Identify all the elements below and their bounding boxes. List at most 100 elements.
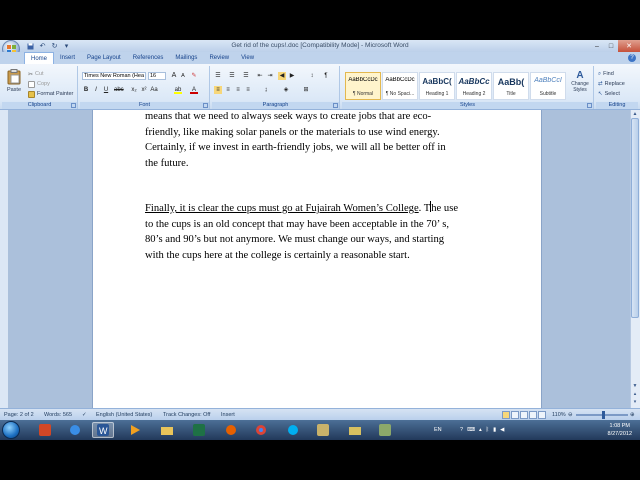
shading-icon[interactable]: ◈ bbox=[282, 86, 290, 94]
replace-button[interactable]: ⇄ Replace bbox=[598, 80, 625, 88]
zoom-in-icon[interactable]: ⊕ bbox=[630, 412, 635, 418]
styles-launcher[interactable] bbox=[587, 103, 592, 108]
style-heading-2[interactable]: AaBbCc Heading 2 bbox=[456, 72, 492, 100]
taskbar-skype-icon[interactable] bbox=[282, 422, 304, 438]
taskbar-ie-icon[interactable] bbox=[64, 422, 86, 438]
web-layout-view-icon[interactable] bbox=[520, 411, 528, 419]
document-page[interactable]: means that we need to always seek ways t… bbox=[92, 110, 542, 408]
tray-arrow-icon[interactable]: ▴ bbox=[479, 427, 482, 433]
scroll-down-icon[interactable]: ▼ bbox=[631, 383, 639, 390]
track-changes-status[interactable]: Track Changes: Off bbox=[163, 412, 210, 418]
minimize-button[interactable]: – bbox=[590, 40, 604, 52]
zoom-thumb[interactable] bbox=[602, 411, 605, 419]
word-count[interactable]: Words: 565 bbox=[44, 412, 72, 418]
taskbar-chrome-icon[interactable] bbox=[250, 422, 272, 438]
paste-button[interactable]: Paste bbox=[5, 69, 23, 99]
zoom-level[interactable]: 110% bbox=[552, 412, 566, 418]
tray-network-icon[interactable]: ▮ bbox=[493, 427, 496, 433]
scroll-thumb[interactable] bbox=[631, 118, 639, 318]
font-color-icon[interactable]: A bbox=[190, 86, 198, 94]
taskbar-firefox-icon[interactable] bbox=[220, 422, 242, 438]
insert-mode-status[interactable]: Insert bbox=[221, 412, 235, 418]
italic-button[interactable]: I bbox=[92, 86, 100, 94]
align-center-icon[interactable]: ≡ bbox=[224, 86, 232, 94]
style-title[interactable]: AaBb( Title bbox=[493, 72, 529, 100]
print-layout-view-icon[interactable] bbox=[502, 411, 510, 419]
scroll-up-icon[interactable]: ▲ bbox=[631, 111, 639, 118]
outline-view-icon[interactable] bbox=[529, 411, 537, 419]
font-family-combo[interactable]: Times New Roman (Hea bbox=[82, 72, 146, 80]
page-count[interactable]: Page: 2 of 2 bbox=[4, 412, 34, 418]
taskbar-app-icon[interactable] bbox=[374, 422, 396, 438]
find-button[interactable]: ⌕ Find bbox=[598, 70, 614, 78]
style-normal[interactable]: AaBbCcDc ¶ Normal bbox=[345, 72, 381, 100]
tray-keyboard-icon[interactable]: ⌨ bbox=[467, 427, 475, 433]
tab-view[interactable]: View bbox=[235, 52, 260, 64]
grow-font-button[interactable]: A bbox=[170, 72, 178, 80]
paragraph-launcher[interactable] bbox=[333, 103, 338, 108]
taskbar-media-icon[interactable] bbox=[124, 422, 146, 438]
tab-page-layout[interactable]: Page Layout bbox=[81, 52, 127, 64]
tab-home[interactable]: Home bbox=[24, 52, 55, 64]
numbering-icon[interactable]: ☰ bbox=[228, 72, 236, 80]
tray-help-icon[interactable]: ? bbox=[460, 427, 463, 433]
bold-button[interactable]: B bbox=[82, 86, 90, 94]
clear-formatting-icon[interactable]: ✎ bbox=[190, 72, 198, 80]
tray-volume-icon[interactable]: ◀ bbox=[500, 427, 504, 433]
taskbar-folder-icon[interactable] bbox=[156, 422, 178, 438]
cut-button[interactable]: ✂ Cut bbox=[28, 70, 44, 78]
tab-mailings[interactable]: Mailings bbox=[169, 52, 203, 64]
next-page-icon[interactable]: ▾ bbox=[631, 399, 639, 406]
underline-button[interactable]: U bbox=[102, 86, 110, 94]
sort-icon[interactable]: ↕ bbox=[308, 72, 316, 80]
select-button[interactable]: ↖ Select bbox=[598, 90, 620, 98]
font-launcher[interactable] bbox=[203, 103, 208, 108]
maximize-button[interactable]: □ bbox=[604, 40, 618, 52]
taskbar-word-icon[interactable]: W bbox=[92, 422, 114, 438]
taskbar-powerpoint-icon[interactable] bbox=[34, 422, 56, 438]
start-button[interactable] bbox=[2, 421, 20, 439]
increase-indent-icon[interactable]: ⇥ bbox=[266, 72, 274, 80]
change-case-icon[interactable]: Aa bbox=[150, 86, 158, 94]
highlight-color-icon[interactable]: ab bbox=[174, 86, 182, 94]
ltr-icon[interactable]: ▶ bbox=[288, 72, 296, 80]
close-button[interactable]: ✕ bbox=[618, 40, 640, 52]
taskbar-excel-icon[interactable] bbox=[188, 422, 210, 438]
subscript-icon[interactable]: x₂ bbox=[130, 86, 138, 94]
decrease-indent-icon[interactable]: ⇤ bbox=[256, 72, 264, 80]
proofing-icon[interactable]: ✓ bbox=[82, 412, 87, 418]
align-left-icon[interactable]: ≡ bbox=[214, 86, 222, 94]
language-status[interactable]: English (United States) bbox=[96, 412, 152, 418]
draft-view-icon[interactable] bbox=[538, 411, 546, 419]
multilevel-list-icon[interactable]: ☰ bbox=[242, 72, 250, 80]
shrink-font-button[interactable]: A bbox=[179, 72, 187, 80]
style-heading-1[interactable]: AaBbC( Heading 1 bbox=[419, 72, 455, 100]
help-icon[interactable]: ? bbox=[628, 54, 636, 62]
line-spacing-icon[interactable]: ↨ bbox=[262, 86, 270, 94]
clipboard-launcher[interactable] bbox=[71, 103, 76, 108]
show-marks-icon[interactable]: ¶ bbox=[322, 72, 330, 80]
justify-icon[interactable]: ≡ bbox=[244, 86, 252, 94]
bullets-icon[interactable]: ☰ bbox=[214, 72, 222, 80]
tab-references[interactable]: References bbox=[127, 52, 170, 64]
tray-bluetooth-icon[interactable]: ᛒ bbox=[486, 427, 489, 433]
prev-page-icon[interactable]: ▴ bbox=[631, 391, 639, 398]
style-no-spacing[interactable]: AaBbCcDc ¶ No Spaci... bbox=[382, 72, 418, 100]
style-subtitle[interactable]: AaBbCcI Subtitle bbox=[530, 72, 566, 100]
tab-insert[interactable]: Insert bbox=[54, 52, 81, 64]
tab-review[interactable]: Review bbox=[203, 52, 235, 64]
font-size-combo[interactable]: 16 bbox=[148, 72, 166, 80]
clock[interactable]: 1:08 PM 8/27/2012 bbox=[608, 422, 632, 438]
taskbar-app-icon[interactable] bbox=[312, 422, 334, 438]
rtl-icon[interactable]: ◀ bbox=[278, 72, 286, 80]
full-screen-view-icon[interactable] bbox=[511, 411, 519, 419]
taskbar-app-icon[interactable] bbox=[344, 422, 366, 438]
language-indicator[interactable]: EN bbox=[434, 420, 442, 440]
format-painter-button[interactable]: Format Painter bbox=[28, 90, 73, 98]
change-styles-button[interactable]: A Change Styles bbox=[568, 70, 592, 93]
zoom-out-icon[interactable]: ⊖ bbox=[568, 412, 573, 418]
zoom-slider[interactable] bbox=[576, 411, 628, 419]
strikethrough-icon[interactable]: abc bbox=[114, 86, 124, 94]
borders-icon[interactable]: ⊞ bbox=[302, 86, 310, 94]
align-right-icon[interactable]: ≡ bbox=[234, 86, 242, 94]
